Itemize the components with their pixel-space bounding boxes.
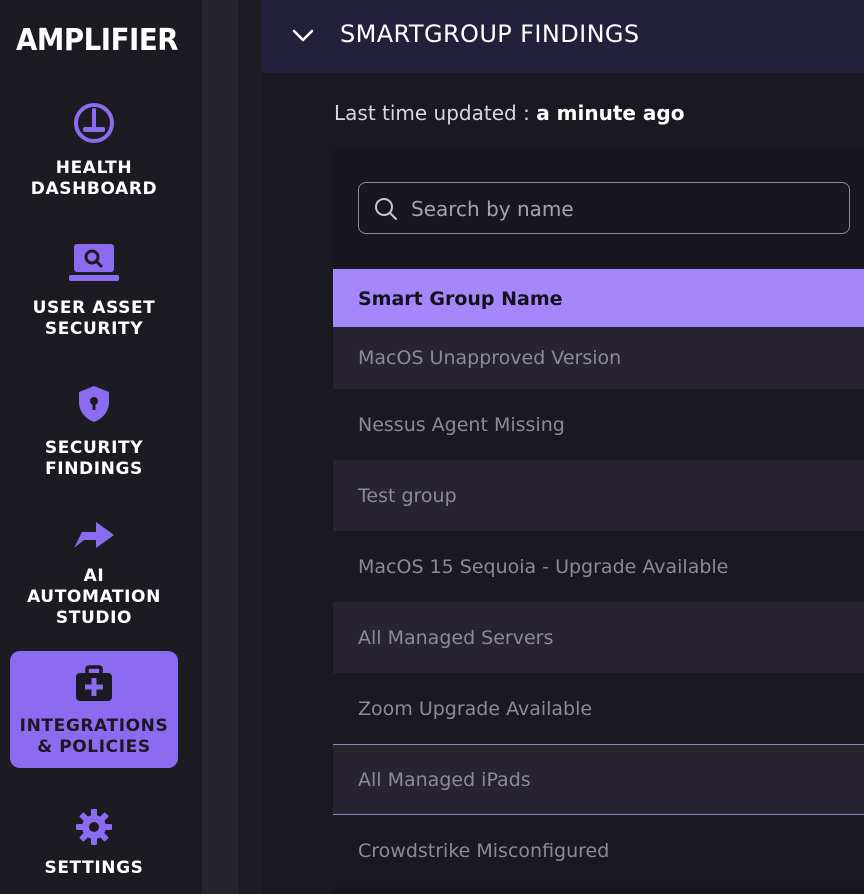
- sidebar-item-label: SECURITY FINDINGS: [44, 438, 144, 479]
- sidebar-item-user-asset-security[interactable]: USER ASSET SECURITY: [10, 242, 178, 340]
- sidebar-item-integrations-policies[interactable]: INTEGRATIONS & POLICIES: [10, 651, 178, 768]
- table-row[interactable]: MacOS Unapproved Version: [333, 327, 864, 389]
- section-header: SMARTGROUP FINDINGS: [262, 0, 864, 73]
- sidebar-item-label: INTEGRATIONS & POLICIES: [19, 716, 169, 757]
- gauge-icon: [73, 102, 115, 148]
- sidebar: AMPLIFIER HEALTH DASHBOARD USER ASSET SE…: [0, 0, 202, 894]
- search-input[interactable]: [409, 193, 833, 225]
- column-header-smart-group-name[interactable]: Smart Group Name: [333, 269, 864, 329]
- last-updated-value: a minute ago: [536, 101, 685, 125]
- last-updated-label: Last time updated :: [334, 101, 530, 125]
- sidebar-item-label: AI AUTOMATION STUDIO: [27, 566, 161, 628]
- app-root: AMPLIFIER HEALTH DASHBOARD USER ASSET SE…: [0, 0, 864, 894]
- gear-icon: [75, 808, 113, 850]
- search-icon: [373, 196, 399, 226]
- table-row[interactable]: All Managed Servers: [333, 602, 864, 673]
- table-row[interactable]: All Managed iPads: [333, 744, 864, 815]
- medical-kit-icon: [74, 665, 114, 707]
- shield-lock-icon: [76, 384, 112, 428]
- sidebar-item-settings[interactable]: SETTINGS: [10, 808, 178, 879]
- smart-group-table: Smart Group Name MacOS Unapproved Versio…: [333, 269, 864, 886]
- app-logo: AMPLIFIER: [16, 23, 179, 58]
- last-updated: Last time updated : a minute ago: [334, 101, 684, 125]
- table-row[interactable]: MacOS 15 Sequoia - Upgrade Available: [333, 531, 864, 602]
- sidebar-item-label: USER ASSET SECURITY: [32, 298, 156, 339]
- sidebar-rail-secondary: [238, 0, 262, 894]
- table-row[interactable]: Test group: [333, 460, 864, 531]
- table-row[interactable]: Zoom Upgrade Available: [333, 673, 864, 744]
- table-row[interactable]: Crowdstrike Misconfigured: [333, 815, 864, 886]
- sidebar-item-label: SETTINGS: [44, 858, 144, 878]
- laptop-search-icon: [68, 242, 120, 288]
- section-title: SMARTGROUP FINDINGS: [340, 20, 640, 48]
- arrow-right-icon: [72, 518, 116, 556]
- sidebar-item-health-dashboard[interactable]: HEALTH DASHBOARD: [10, 102, 178, 200]
- sidebar-item-security-findings[interactable]: SECURITY FINDINGS: [10, 384, 178, 480]
- sidebar-item-ai-automation-studio[interactable]: AI AUTOMATION STUDIO: [10, 518, 178, 629]
- sidebar-item-label: HEALTH DASHBOARD: [30, 158, 158, 199]
- chevron-down-icon[interactable]: [292, 24, 314, 50]
- sidebar-rail: [202, 0, 238, 894]
- table-row[interactable]: Nessus Agent Missing: [333, 389, 864, 460]
- search-box[interactable]: [358, 182, 850, 234]
